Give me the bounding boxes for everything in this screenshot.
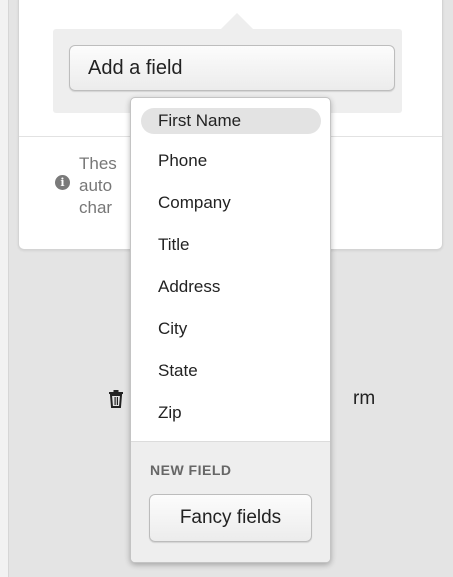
menu-item-first-name[interactable]: First Name — [131, 102, 330, 140]
menu-item-label: Zip — [158, 403, 182, 422]
info-icon: i — [55, 175, 70, 190]
menu-item-label: Company — [158, 193, 231, 212]
menu-item-zip[interactable]: Zip — [131, 392, 330, 434]
menu-item-label: Phone — [158, 151, 208, 170]
menu-item-city[interactable]: City — [131, 308, 330, 350]
menu-item-label: First Name — [158, 111, 242, 130]
menu-item-label: City — [158, 319, 188, 338]
add-field-button[interactable]: Add a field — [69, 45, 395, 91]
fancy-fields-button[interactable]: Fancy fields — [149, 494, 312, 542]
menu-item-title[interactable]: Title — [131, 224, 330, 266]
new-field-heading: NEW FIELD — [150, 462, 232, 478]
delete-form-label-tail: rm — [353, 388, 376, 409]
menu-item-label: Address — [158, 277, 221, 296]
field-dropdown-menu: First Name Phone Company Title Address C… — [130, 97, 331, 563]
page-left-edge — [0, 0, 9, 577]
menu-item-state[interactable]: State — [131, 350, 330, 392]
menu-item-company[interactable]: Company — [131, 182, 330, 224]
new-field-section: NEW FIELD Fancy fields — [131, 441, 330, 562]
field-options-list: First Name Phone Company Title Address C… — [131, 102, 330, 434]
panel-pointer-arrow — [221, 13, 253, 29]
trash-icon — [109, 390, 123, 408]
menu-item-label: State — [158, 361, 198, 380]
menu-item-address[interactable]: Address — [131, 266, 330, 308]
menu-item-label: Title — [158, 235, 190, 254]
menu-item-phone[interactable]: Phone — [131, 140, 330, 182]
